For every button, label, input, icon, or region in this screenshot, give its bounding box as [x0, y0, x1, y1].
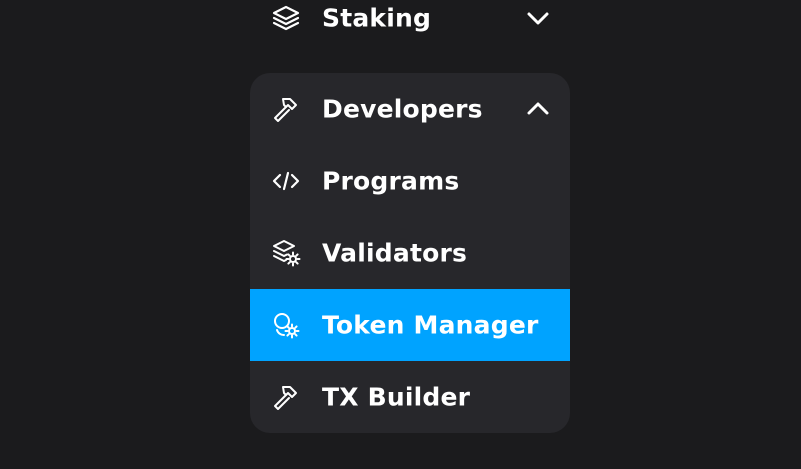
nav-item-token-manager[interactable]: Token Manager [250, 289, 570, 361]
developers-submenu-panel: Developers Programs Validators Token Man… [250, 73, 570, 433]
nav-item-validators[interactable]: Validators [250, 217, 570, 289]
nav-item-tx-builder[interactable]: TX Builder [250, 361, 570, 433]
chevron-down-icon[interactable] [524, 4, 552, 32]
nav-item-programs[interactable]: Programs [250, 145, 570, 217]
code-icon [270, 165, 302, 197]
coins-gear-icon [270, 309, 302, 341]
nav-item-label: Validators [322, 238, 468, 268]
layers-icon [270, 2, 302, 34]
nav-section-label: Staking [322, 3, 432, 33]
nav-item-label: Token Manager [322, 310, 539, 340]
server-gear-icon [270, 237, 302, 269]
nav-item-label: Programs [322, 166, 460, 196]
nav-section-developers[interactable]: Developers [250, 73, 570, 145]
nav-section-staking[interactable]: Staking [250, 0, 570, 54]
chevron-up-icon[interactable] [524, 95, 552, 123]
hammer-icon [270, 381, 302, 413]
nav-item-label: TX Builder [322, 382, 471, 412]
hammer-icon [270, 93, 302, 125]
nav-section-label: Developers [322, 94, 483, 124]
